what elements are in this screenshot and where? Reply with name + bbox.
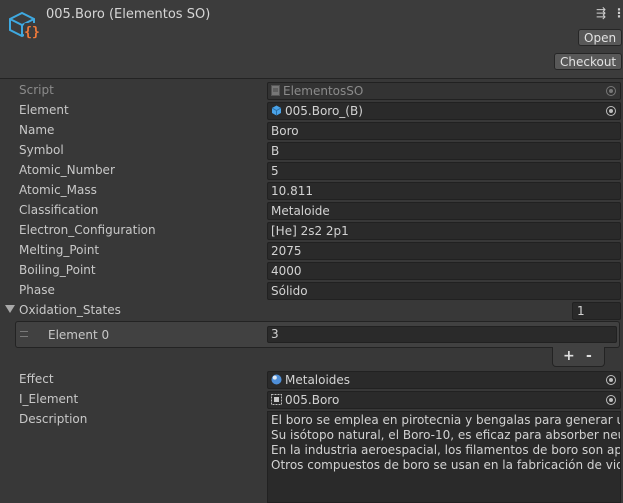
description-line: Otros compuestos de boro se usan en la f…: [271, 458, 621, 472]
kebab-menu-icon[interactable]: ⋮: [613, 6, 623, 20]
boiling-point-label: Boiling_Point: [19, 263, 96, 277]
i-element-field[interactable]: 005.Boro: [267, 391, 621, 409]
row-script: Script ElementosSO: [0, 81, 623, 101]
effect-label: Effect: [19, 372, 54, 386]
phase-field[interactable]: Sólido: [267, 282, 621, 300]
oxidation-states-label[interactable]: Oxidation_States: [19, 303, 121, 317]
remove-item-button[interactable]: -: [586, 348, 592, 364]
effect-value: Metaloides: [285, 373, 351, 387]
object-picker-icon[interactable]: [606, 106, 616, 116]
checkout-button[interactable]: Checkout: [554, 53, 623, 70]
row-atomic-mass: Atomic_Mass 10.811: [0, 181, 623, 201]
atomic-number-field[interactable]: 5: [267, 162, 621, 180]
row-effect: Effect Metaloides: [0, 370, 623, 390]
element-field[interactable]: 005.Boro_(B): [267, 102, 621, 120]
effect-field[interactable]: Metaloides: [267, 371, 621, 389]
element-value: 005.Boro_(B): [285, 104, 363, 118]
row-name: Name Boro: [0, 121, 623, 141]
description-textarea[interactable]: El boro se emplea en pirotecnia y bengal…: [267, 411, 621, 503]
melting-point-field[interactable]: 2075: [267, 242, 621, 260]
description-line: En la industria aeroespacial, los filame…: [271, 443, 621, 457]
atomic-number-label: Atomic_Number: [19, 163, 115, 177]
material-sphere-icon: [271, 373, 282, 389]
description-line: Su isótopo natural, el Boro-10, es efica…: [271, 428, 621, 442]
atomic-mass-label: Atomic_Mass: [19, 183, 97, 197]
list-footer: + -: [552, 347, 605, 367]
name-field[interactable]: Boro: [267, 122, 621, 140]
script-field: ElementosSO: [267, 82, 621, 100]
scriptable-object-icon: {}: [9, 11, 40, 40]
script-label: Script: [19, 83, 54, 97]
drag-handle-icon[interactable]: [20, 331, 28, 337]
list-item-label: Element 0: [48, 328, 110, 342]
prefab-cube-icon: [271, 104, 282, 120]
row-element: Element 005.Boro_(B): [0, 101, 623, 121]
list-item-field[interactable]: 3: [267, 326, 617, 343]
row-i-element: I_Element 005.Boro: [0, 390, 623, 410]
electron-configuration-label: Electron_Configuration: [19, 223, 156, 237]
preset-icon[interactable]: ⇶: [596, 6, 606, 20]
description-line: El boro se emplea en pirotecnia y bengal…: [271, 413, 621, 427]
add-item-button[interactable]: +: [563, 348, 575, 364]
description-label: Description: [19, 412, 88, 426]
boiling-point-field[interactable]: 4000: [267, 262, 621, 280]
script-value: ElementosSO: [283, 84, 364, 98]
electron-configuration-field[interactable]: [He] 2s2 2p1: [267, 222, 621, 240]
sprite-frame-icon: [271, 393, 282, 409]
row-classification: Classification Metaloide: [0, 201, 623, 221]
element-label: Element: [19, 103, 69, 117]
row-phase: Phase Sólido: [0, 281, 623, 301]
script-file-icon: [271, 84, 280, 100]
row-electron-configuration: Electron_Configuration [He] 2s2 2p1: [0, 221, 623, 241]
object-picker-icon[interactable]: [606, 395, 616, 405]
inspector-header: {} 005.Boro (Elementos SO) ⇶ ⋮ Open Chec…: [0, 0, 623, 79]
asset-title: 005.Boro (Elementos SO): [46, 7, 211, 22]
row-oxidation-states[interactable]: Oxidation_States 1: [0, 301, 623, 321]
object-picker-icon[interactable]: [606, 375, 616, 385]
row-atomic-number: Atomic_Number 5: [0, 161, 623, 181]
i-element-label: I_Element: [19, 392, 79, 406]
foldout-arrow-icon[interactable]: [5, 305, 15, 313]
i-element-value: 005.Boro: [285, 393, 340, 407]
symbol-field[interactable]: B: [267, 142, 621, 160]
row-symbol: Symbol B: [0, 141, 623, 161]
open-button[interactable]: Open: [578, 29, 623, 46]
name-label: Name: [19, 123, 55, 137]
row-melting-point: Melting_Point 2075: [0, 241, 623, 261]
symbol-label: Symbol: [19, 143, 64, 157]
object-picker-icon: [606, 86, 616, 96]
atomic-mass-field[interactable]: 10.811: [267, 182, 621, 200]
classification-field[interactable]: Metaloide: [267, 202, 621, 220]
oxidation-states-list: Element 0 3: [15, 321, 620, 348]
melting-point-label: Melting_Point: [19, 243, 100, 257]
svg-text:{}: {}: [24, 25, 40, 40]
classification-label: Classification: [19, 203, 99, 217]
phase-label: Phase: [19, 283, 55, 297]
row-boiling-point: Boiling_Point 4000: [0, 261, 623, 281]
list-size-field[interactable]: 1: [572, 302, 621, 320]
